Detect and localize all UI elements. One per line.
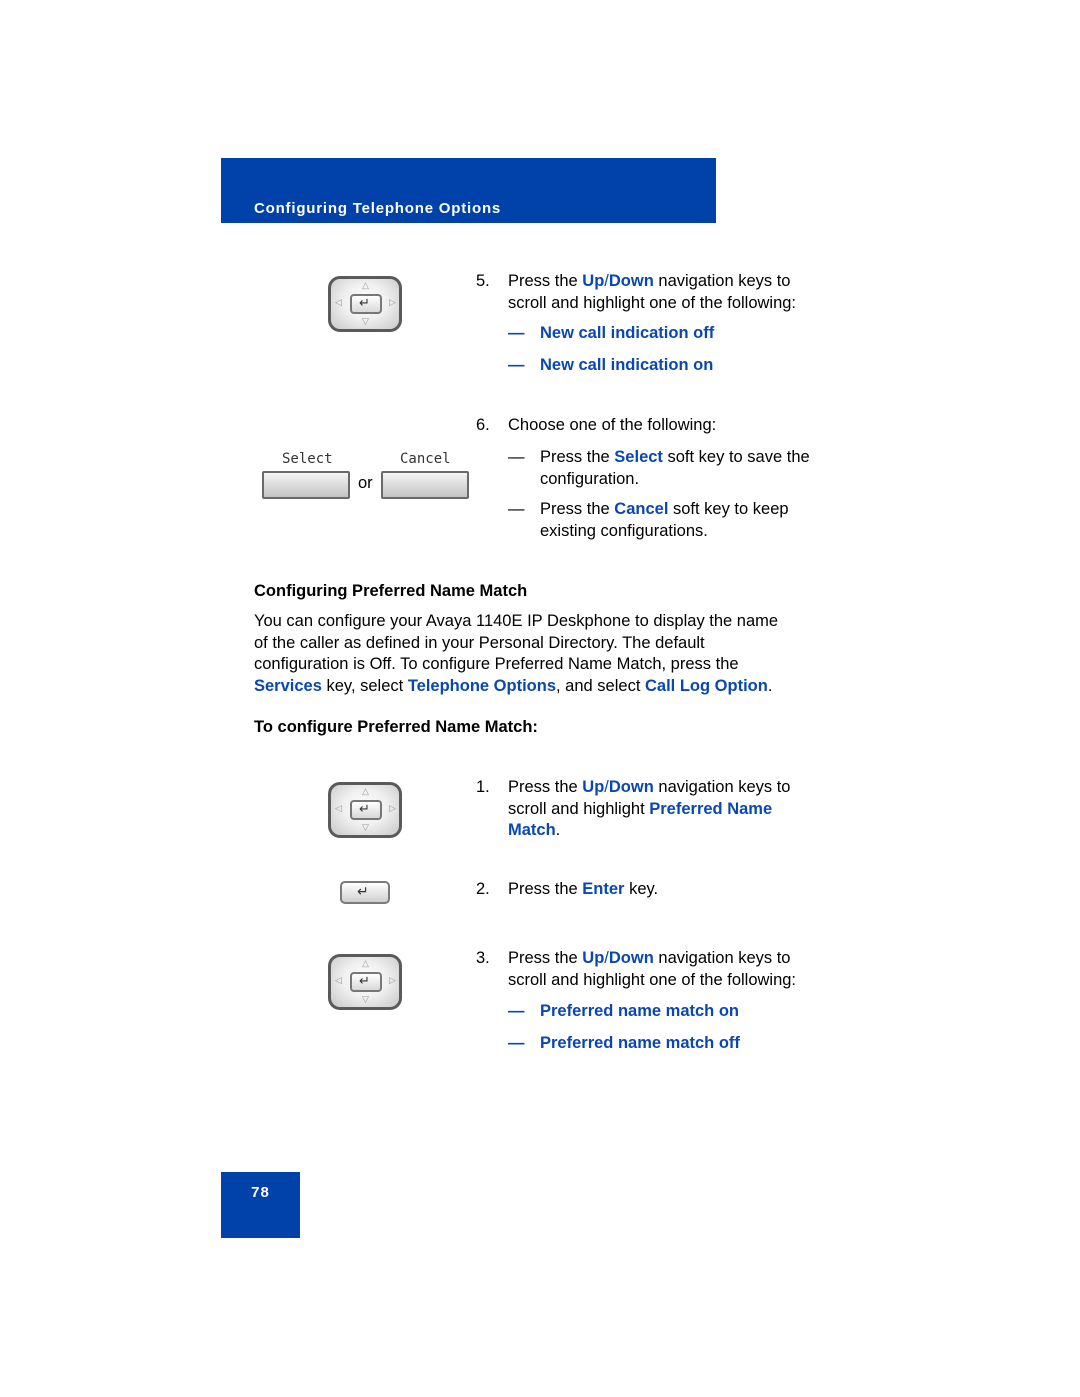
page-number-box: 78	[221, 1172, 300, 1238]
chapter-header-band: Configuring Telephone Options	[221, 158, 716, 223]
proc-step-1-text: Press the Up/Down navigation keys to scr…	[508, 778, 791, 839]
enter-icon: ↵	[357, 883, 369, 899]
down-arrow-icon: ▽	[362, 316, 369, 326]
section-heading: Configuring Preferred Name Match	[254, 582, 528, 600]
proc-step-2-text: Press the Enter key.	[508, 880, 659, 898]
chapter-title: Configuring Telephone Options	[254, 200, 502, 217]
select-softkey-icon	[262, 471, 350, 499]
cancel-softkey-label: Cancel	[400, 451, 451, 467]
step-number: 1.	[476, 778, 490, 796]
right-arrow-icon: ▷	[389, 803, 396, 813]
cancel-key-ref: Cancel	[614, 500, 669, 518]
select-softkey-label: Select	[282, 451, 333, 467]
enter-icon: ↵	[359, 295, 370, 310]
enter-center-key: ↵	[350, 972, 382, 992]
step-5-text: Press the Up/Down navigation keys to scr…	[508, 272, 797, 312]
left-arrow-icon: ◁	[335, 297, 342, 307]
left-arrow-icon: ◁	[335, 975, 342, 985]
navigation-key-icon: △ ▽ ◁ ▷ ↵	[328, 276, 402, 332]
enter-icon: ↵	[359, 801, 370, 816]
step-number: 5.	[476, 272, 490, 290]
select-key-ref: Select	[614, 448, 663, 466]
down-arrow-icon: ▽	[362, 994, 369, 1004]
enter-center-key: ↵	[350, 294, 382, 314]
enter-key-icon: ↵	[340, 881, 390, 904]
call-log-option-ref: Call Log Option	[645, 676, 768, 695]
enter-key-ref: Enter	[582, 880, 625, 898]
left-arrow-icon: ◁	[335, 803, 342, 813]
page-number: 78	[251, 1184, 270, 1201]
services-key-ref: Services	[254, 676, 322, 695]
section-paragraph: You can configure your Avaya 1140E IP De…	[254, 612, 779, 695]
step-6-text: Choose one of the following:	[508, 416, 717, 434]
down-key-ref: Down	[608, 272, 654, 290]
right-arrow-icon: ▷	[389, 975, 396, 985]
or-label: or	[358, 474, 373, 492]
step-number: 3.	[476, 949, 490, 967]
telephone-options-ref: Telephone Options	[407, 676, 557, 695]
navigation-key-icon: △ ▽ ◁ ▷ ↵	[328, 782, 402, 838]
up-key-ref: Up	[582, 272, 605, 290]
proc-step-3-text: Press the Up/Down navigation keys to scr…	[508, 949, 797, 989]
step-number: 6.	[476, 416, 490, 434]
up-arrow-icon: △	[362, 958, 369, 968]
enter-icon: ↵	[359, 973, 370, 988]
procedure-heading: To configure Preferred Name Match:	[254, 718, 538, 736]
down-arrow-icon: ▽	[362, 822, 369, 832]
cancel-softkey-icon	[381, 471, 469, 499]
right-arrow-icon: ▷	[389, 297, 396, 307]
up-arrow-icon: △	[362, 786, 369, 796]
navigation-key-icon: △ ▽ ◁ ▷ ↵	[328, 954, 402, 1010]
step-number: 2.	[476, 880, 490, 898]
up-arrow-icon: △	[362, 280, 369, 290]
enter-center-key: ↵	[350, 800, 382, 820]
